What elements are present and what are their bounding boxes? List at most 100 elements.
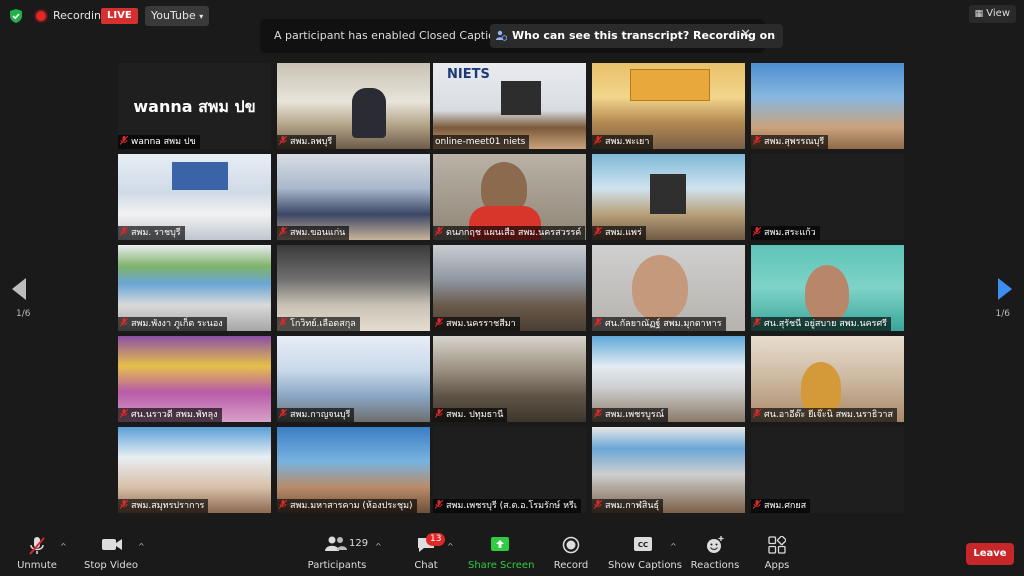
participant-tile[interactable]: สพม.สระแก้ว: [751, 154, 904, 240]
screen-display: [172, 162, 228, 190]
participant-tile[interactable]: สพม.แพร่: [592, 154, 745, 240]
view-button[interactable]: ▦ View: [968, 5, 1016, 23]
share-screen-button[interactable]: Share Screen: [468, 528, 535, 576]
participant-tile[interactable]: สพม.สุพรรณบุรี: [751, 63, 904, 149]
participant-tile[interactable]: สพม.นครราชสีมา: [433, 245, 586, 331]
participant-tile[interactable]: สพม.ลพบุรี: [277, 63, 430, 149]
chat-label: Chat: [414, 560, 438, 571]
chevron-up-icon[interactable]: ^: [447, 542, 454, 551]
participant-name-label: สพม. ราชบุรี: [118, 226, 185, 240]
participant-tile[interactable]: ดนภกฤช แผนเสือ สพม.นครสวรรค์: [433, 154, 586, 240]
reactions-button[interactable]: Reactions: [690, 528, 740, 576]
participants-button[interactable]: 129 Participants: [305, 528, 369, 576]
participant-name-label: สพม.ศกยส: [751, 499, 811, 513]
participant-tile[interactable]: สพม.พะเยา: [592, 63, 745, 149]
mic-muted-icon: [753, 318, 761, 327]
share-screen-label: Share Screen: [468, 560, 535, 571]
participants-label: Participants: [307, 560, 367, 571]
participant-tile[interactable]: สพม.กาญจนบุรี: [277, 336, 430, 422]
page-indicator-left: 1/6: [16, 309, 31, 319]
recording-dot-icon: [36, 11, 46, 21]
participant-tile[interactable]: สพม.เพชรบุรี (ส.ต.อ.โรมรักษ์ หรีเ: [433, 427, 586, 513]
participant-tile[interactable]: สพม.เพชรบูรณ์: [592, 336, 745, 422]
shield-check-icon[interactable]: [9, 9, 23, 23]
next-page-arrow-icon[interactable]: [996, 278, 1012, 300]
chevron-up-icon[interactable]: ^: [138, 542, 145, 551]
mic-muted-icon: [594, 136, 602, 145]
apps-button[interactable]: Apps: [756, 528, 798, 576]
participant-tile[interactable]: สพม.ศกยส: [751, 427, 904, 513]
previous-page-arrow-icon[interactable]: [12, 278, 28, 300]
participant-tile[interactable]: สพม.สมุทรปราการ: [118, 427, 271, 513]
mic-muted-icon: [120, 500, 128, 509]
participant-name-label: wanna สพม ปข: [118, 135, 200, 149]
record-icon: [562, 536, 580, 554]
mic-muted-icon: [753, 500, 761, 509]
niets-logo: NIETS: [447, 67, 490, 82]
mic-muted-icon: [435, 318, 443, 327]
participant-name-label: สพม.เพชรบูรณ์: [592, 408, 669, 422]
stop-video-button[interactable]: Stop Video: [82, 528, 140, 576]
mic-muted-icon: [279, 500, 287, 509]
mic-muted-icon: [279, 136, 287, 145]
participant-tile[interactable]: สพม.พังงา ภูเก็ต ระนอง: [118, 245, 271, 331]
meeting-controls-toolbar: Unmute ^ Stop Video ^ 129 Participants ^…: [0, 528, 1024, 576]
participant-tile[interactable]: โกวิทย์.เลือดสกุล: [277, 245, 430, 331]
participant-name-label: สพม.มหาสารคาม (ห้องประชุม): [277, 499, 417, 513]
participant-tile[interactable]: สพม.มหาสารคาม (ห้องประชุม): [277, 427, 430, 513]
transcript-info-button[interactable]: Who can see this transcript? Recording o…: [490, 24, 784, 48]
mic-muted-icon: [279, 318, 287, 327]
participant-tile[interactable]: ศน.กัลยาณัฏฐ์ สพม.มุกดาหาร: [592, 245, 745, 331]
chevron-up-icon[interactable]: ^: [375, 542, 382, 551]
apps-label: Apps: [764, 560, 790, 571]
chevron-up-icon[interactable]: ^: [60, 542, 67, 551]
participant-tile[interactable]: ศน.สุรัชนี อยู่สบาย สพม.นครศรี: [751, 245, 904, 331]
participant-name-label: ศน.สุรัชนี อยู่สบาย สพม.นครศรี: [751, 317, 892, 331]
participant-name-label: สพม. ปทุมธานี: [433, 408, 508, 422]
participant-name-label: online-meet01 niets: [433, 135, 530, 149]
mic-muted-icon: [435, 227, 443, 236]
participant-name-label: สพม.แพร่: [592, 226, 646, 240]
participant-name-label: ศน.นราวดี สพม.พัทลุง: [118, 408, 222, 422]
leave-meeting-button[interactable]: Leave: [966, 543, 1014, 565]
participant-tile[interactable]: สพม.กาฬสินธุ์: [592, 427, 745, 513]
stream-target-dropdown[interactable]: YouTube ▾: [145, 6, 210, 26]
participant-tile[interactable]: สพม.ขอนแก่น: [277, 154, 430, 240]
chat-button[interactable]: 13 Chat: [406, 528, 446, 576]
mic-muted-icon: [435, 409, 443, 418]
mic-muted-icon: [594, 227, 602, 236]
recording-label[interactable]: Recording: [53, 9, 108, 22]
participant-name-label: สพม.ลพบุรี: [277, 135, 337, 149]
unmute-button[interactable]: Unmute: [12, 528, 62, 576]
participants-icon: [325, 536, 347, 551]
chevron-up-icon[interactable]: ^: [670, 542, 677, 551]
view-label: View: [986, 8, 1010, 19]
person-figure: [352, 88, 386, 138]
participant-tile[interactable]: สพม. ราชบุรี: [118, 154, 271, 240]
record-button[interactable]: Record: [551, 528, 591, 576]
participant-display-name: wanna สพม ปข: [133, 97, 256, 116]
participant-name-label: สพม.สระแก้ว: [751, 226, 820, 240]
stream-target-label: YouTube: [151, 9, 196, 22]
show-captions-button[interactable]: CC Show Captions: [608, 528, 682, 576]
chat-unread-badge: 13: [426, 533, 446, 546]
mic-muted-icon: [753, 136, 761, 145]
participant-tile[interactable]: wanna สพม ปข wanna สพม ปข: [118, 63, 271, 149]
participant-name-label: สพม.พะเยา: [592, 135, 654, 149]
live-badge[interactable]: LIVE: [101, 8, 138, 24]
close-icon[interactable]: ✕: [740, 27, 751, 42]
participant-tile[interactable]: ศน.นราวดี สพม.พัทลุง: [118, 336, 271, 422]
participant-tile-active-speaker[interactable]: NIETS online-meet01 niets: [433, 63, 586, 149]
person-face: [632, 255, 688, 321]
mic-muted-icon: [29, 537, 45, 555]
banner-message: A participant has enabled Closed Caption…: [274, 29, 519, 42]
show-captions-label: Show Captions: [608, 560, 682, 571]
transcript-info-label: Who can see this transcript? Recording o…: [512, 29, 776, 42]
person-headscarf: [801, 362, 841, 412]
participant-name-label: สพม.สมุทรปราการ: [118, 499, 209, 513]
participant-tile[interactable]: ศน.อาอีด๊ะ ยีเจ๊ะนิ สพม.นราธิวาส: [751, 336, 904, 422]
person-face: [805, 265, 849, 321]
participant-tile[interactable]: สพม. ปทุมธานี: [433, 336, 586, 422]
reactions-label: Reactions: [690, 560, 740, 571]
stage-backdrop: [630, 69, 710, 101]
